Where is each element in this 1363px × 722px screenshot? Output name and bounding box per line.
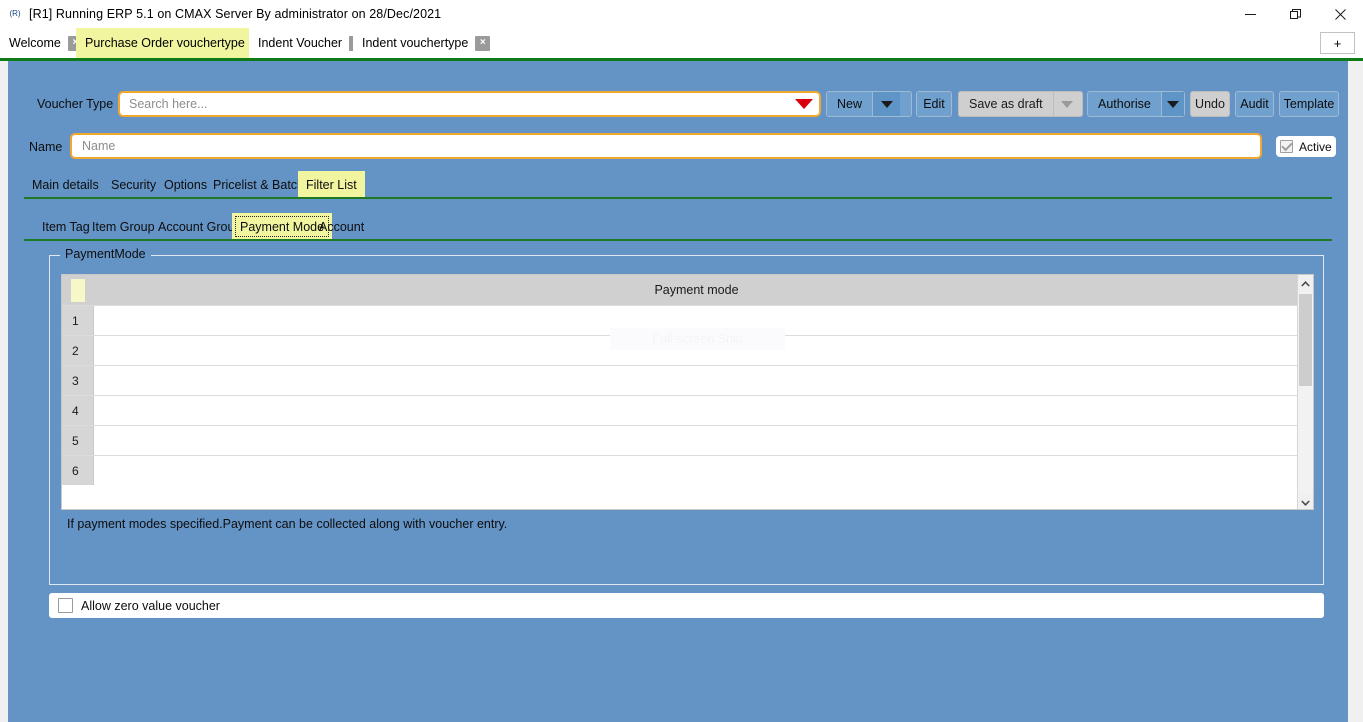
document-tab-indent-vouchertype[interactable]: Indent vouchertype × [353,28,498,58]
table-row[interactable]: 5 [62,425,1299,455]
document-tab-label: Indent vouchertype [362,36,468,50]
row-cell-payment-mode[interactable] [94,336,1299,365]
row-cell-payment-mode[interactable] [94,306,1299,335]
row-number: 6 [62,456,94,485]
chevron-down-icon[interactable] [872,92,900,116]
subtab-account[interactable]: Account [311,213,372,240]
undo-button-label: Undo [1195,97,1225,111]
save-as-draft-label: Save as draft [959,97,1053,111]
new-button[interactable]: New [826,91,912,117]
row-cell-payment-mode[interactable] [94,396,1299,425]
chevron-down-icon [1053,92,1081,116]
payment-mode-help-text: If payment modes specified.Payment can b… [67,517,507,531]
primary-tab-row: Main details Security Options Pricelist … [8,171,1348,198]
scrollbar-thumb[interactable] [1299,294,1312,386]
grid-select-all-cell[interactable] [62,275,94,305]
table-row[interactable]: 3 [62,365,1299,395]
secondary-tab-divider [24,239,1332,241]
row-number: 5 [62,426,94,455]
close-tab-icon[interactable]: × [475,36,490,51]
row-number: 4 [62,396,94,425]
active-label: Active [1299,140,1332,154]
document-tab-strip: Welcome × Purchase Order vouchertype × I… [0,28,1363,58]
table-row[interactable]: 4 [62,395,1299,425]
audit-button-label: Audit [1240,97,1269,111]
table-row[interactable]: 1 [62,305,1299,335]
new-button-label: New [827,97,872,111]
payment-mode-groupbox: PaymentMode Payment mode 1 2 3 4 [49,255,1324,585]
authorise-button[interactable]: Authorise [1087,91,1185,117]
row-number: 2 [62,336,94,365]
voucher-type-form-panel: Voucher Type New Edit Save as draft Auth… [8,61,1348,722]
grid-header-row: Payment mode [62,275,1299,305]
row-cell-payment-mode[interactable] [94,366,1299,395]
tab-main-details[interactable]: Main details [24,171,107,198]
grid-column-header-payment-mode[interactable]: Payment mode [94,275,1299,305]
tab-security[interactable]: Security [103,171,164,198]
row-number: 1 [62,306,94,335]
table-row[interactable]: 6 [62,455,1299,485]
row-number: 3 [62,366,94,395]
document-tab-label: Purchase Order vouchertype [85,36,245,50]
scroll-down-icon[interactable] [1298,494,1313,510]
voucher-type-label: Voucher Type [37,97,113,111]
window-title: [R1] Running ERP 5.1 on CMAX Server By a… [29,7,441,21]
chevron-down-icon[interactable] [1161,92,1184,116]
checkbox-checked-icon[interactable] [1280,140,1293,153]
name-label: Name [29,140,62,154]
scroll-up-icon[interactable] [1298,275,1313,292]
close-icon[interactable] [1318,0,1363,28]
restore-icon[interactable] [1273,0,1318,28]
edit-button-label: Edit [923,97,945,111]
authorise-button-label: Authorise [1088,97,1161,111]
row-cell-payment-mode[interactable] [94,426,1299,455]
name-field[interactable] [70,133,1262,159]
tab-pricelist-batch[interactable]: Pricelist & Batch [205,171,312,198]
window-controls [1228,0,1363,28]
name-input[interactable] [72,135,1260,157]
voucher-type-search-field[interactable] [118,91,821,117]
document-tab-purchase-order-vouchertype[interactable]: Purchase Order vouchertype × [76,28,275,58]
template-button-label: Template [1284,97,1335,111]
secondary-tab-row: Item Tag Item Group Account Group Paymen… [8,213,1348,240]
allow-zero-value-checkbox[interactable] [58,598,73,613]
table-row[interactable]: 2 [62,335,1299,365]
save-as-draft-button[interactable]: Save as draft [958,91,1083,117]
allow-zero-value-voucher-row[interactable]: Allow zero value voucher [49,593,1324,618]
tab-filter-list[interactable]: Filter List [298,171,365,198]
primary-tab-divider [24,197,1332,199]
payment-mode-grid[interactable]: Payment mode 1 2 3 4 5 [61,274,1314,510]
groupbox-title: PaymentMode [60,247,151,261]
template-button[interactable]: Template [1279,91,1339,117]
dropdown-arrow-icon[interactable] [789,93,819,115]
add-tab-button[interactable]: + [1320,32,1355,54]
grid-vertical-scrollbar[interactable] [1297,275,1313,510]
allow-zero-value-label: Allow zero value voucher [81,599,220,613]
undo-button[interactable]: Undo [1190,91,1230,117]
minimize-icon[interactable] [1228,0,1273,28]
grid-corner-marker [71,279,85,302]
title-bar: (R) [R1] Running ERP 5.1 on CMAX Server … [0,0,1363,28]
active-checkbox[interactable]: Active [1276,136,1336,157]
search-input[interactable] [120,93,789,115]
app-icon: (R) [7,6,23,22]
document-tab-label: Welcome [9,36,61,50]
audit-button[interactable]: Audit [1235,91,1274,117]
edit-button[interactable]: Edit [916,91,952,117]
row-cell-payment-mode[interactable] [94,456,1299,485]
document-tab-label: Indent Voucher [258,36,342,50]
